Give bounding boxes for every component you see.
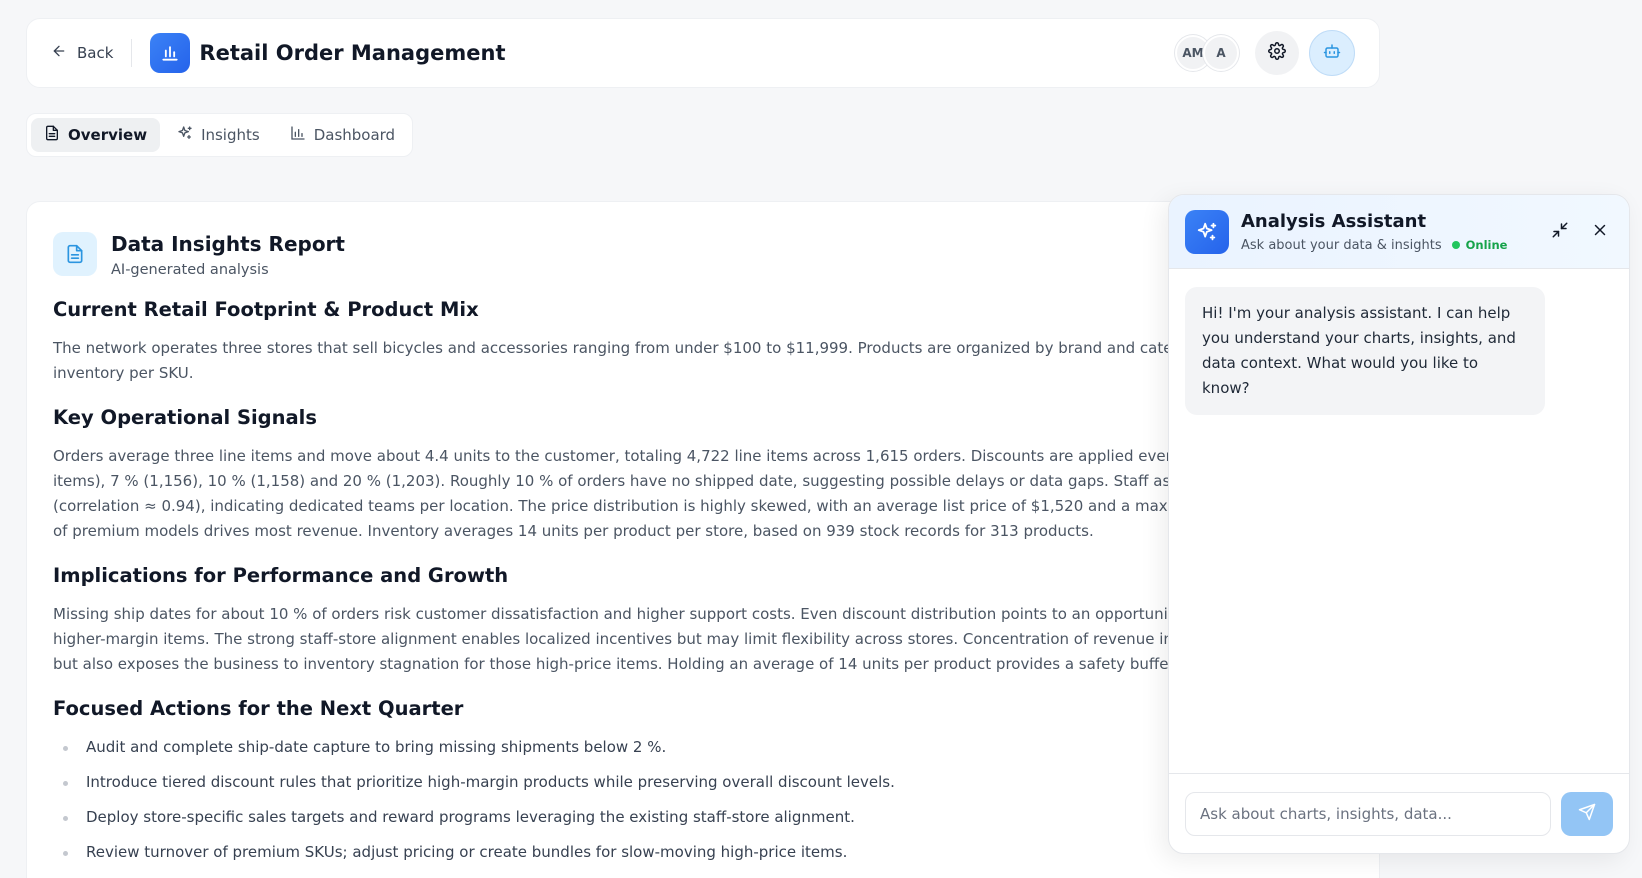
document-icon — [44, 125, 60, 145]
list-item: Audit and complete ship-date capture to … — [53, 735, 1353, 770]
section-paragraph: The network operates three stores that s… — [53, 336, 1353, 386]
analysis-assistant-panel: Analysis Assistant Ask about your data &… — [1168, 194, 1630, 854]
tab-dashboard[interactable]: Dashboard — [277, 118, 408, 152]
bot-icon — [1323, 42, 1341, 64]
list-item: Review turnover of premium SKUs; adjust … — [53, 840, 1353, 875]
paragraph-line: items), 7 % (1,156), 10 % (1,158) and 20… — [53, 472, 1289, 490]
section-heading: Key Operational Signals — [53, 406, 317, 429]
bar-chart-icon — [150, 33, 191, 73]
bar-chart-icon — [290, 125, 306, 145]
list-item: Deploy store-specific sales targets and … — [53, 805, 1353, 840]
minimize-button[interactable] — [1547, 219, 1573, 245]
chat-messages: Hi! I'm your analysis assistant. I can h… — [1169, 269, 1629, 779]
sparkles-icon — [1185, 209, 1229, 254]
paragraph-line: inventory per SKU. — [53, 364, 194, 382]
status-badge: Online — [1465, 238, 1508, 252]
action-list: Audit and complete ship-date capture to … — [53, 735, 1353, 875]
view-tabs: Overview Insights Dashboard — [26, 113, 414, 157]
paragraph-line: but also exposes the business to invento… — [53, 655, 1284, 673]
header-divider — [131, 39, 133, 67]
avatar[interactable]: A — [1203, 35, 1239, 71]
report-subtitle: AI-generated analysis — [111, 262, 269, 278]
paragraph-line: higher-margin items. The strong staff-st… — [53, 630, 1280, 648]
tab-label: Insights — [201, 126, 260, 144]
collaborator-avatars: AM A — [1175, 35, 1239, 71]
paragraph-line: of premium models drives most revenue. I… — [53, 522, 1094, 540]
chat-input[interactable] — [1185, 791, 1551, 836]
paragraph-line: Missing ship dates for about 10 % of ord… — [53, 605, 1283, 623]
section-heading: Current Retail Footprint & Product Mix — [53, 298, 479, 321]
tab-label: Dashboard — [313, 126, 396, 144]
tab-label: Overview — [68, 126, 148, 144]
close-button[interactable] — [1587, 219, 1613, 245]
section-paragraph: Missing ship dates for about 10 % of ord… — [53, 602, 1353, 677]
paragraph-line: Orders average three line items and move… — [53, 447, 1287, 465]
assistant-message: Hi! I'm your analysis assistant. I can h… — [1185, 287, 1545, 415]
tab-overview[interactable]: Overview — [31, 118, 161, 152]
send-button[interactable] — [1561, 791, 1613, 836]
app-header: Back Retail Order Management AM A — [26, 18, 1380, 88]
gear-icon — [1268, 42, 1286, 64]
section-heading: Focused Actions for the Next Quarter — [53, 697, 464, 720]
document-icon — [53, 232, 97, 276]
paragraph-line: (correlation ≈ 0.94), indicating dedicat… — [53, 497, 1288, 515]
tab-insights[interactable]: Insights — [164, 118, 273, 152]
close-icon — [1591, 221, 1609, 243]
page-title: Retail Order Management — [199, 41, 506, 65]
report-title: Data Insights Report — [111, 232, 345, 256]
chat-title: Analysis Assistant — [1241, 210, 1427, 232]
send-icon — [1578, 803, 1596, 825]
back-label: Back — [77, 44, 114, 62]
chat-subtitle: Ask about your data & insights — [1241, 237, 1442, 253]
section-paragraph: Orders average three line items and move… — [53, 444, 1353, 544]
sparkles-icon — [177, 125, 193, 145]
assistant-toggle-button[interactable] — [1309, 30, 1355, 76]
settings-button[interactable] — [1255, 31, 1299, 75]
minimize-icon — [1551, 221, 1569, 243]
back-button[interactable]: Back — [51, 43, 113, 63]
arrow-left-icon — [51, 43, 67, 63]
paragraph-line: The network operates three stores that s… — [53, 339, 1285, 357]
list-item: Introduce tiered discount rules that pri… — [53, 770, 1353, 805]
section-heading: Implications for Performance and Growth — [53, 564, 509, 587]
status-dot — [1451, 241, 1460, 249]
